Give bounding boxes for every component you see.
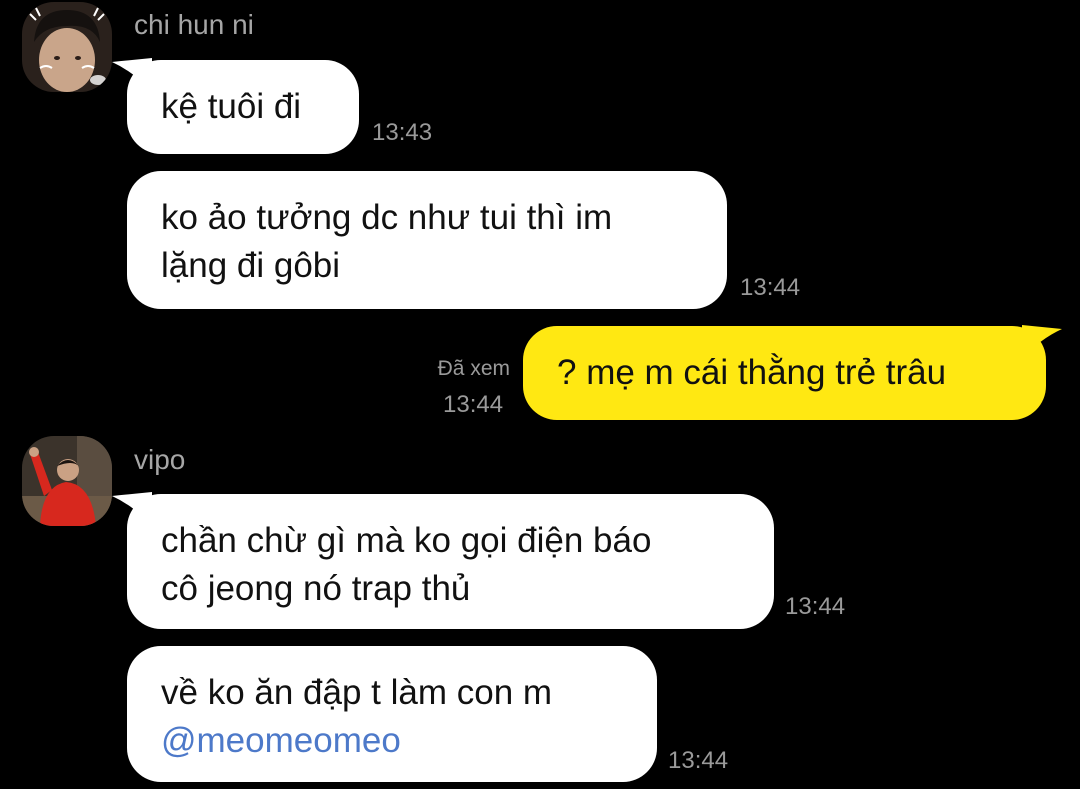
sender-name: chi hun ni <box>134 9 254 40</box>
message-text: ? mẹ m cái thằng trẻ trâu <box>557 353 947 392</box>
read-status: Đã xem <box>437 357 510 380</box>
message-time: 13:44 <box>668 747 729 774</box>
message-bubble[interactable]: về ko ăn đập t làm con m @meomeomeo <box>127 646 657 782</box>
sender-name: vipo <box>134 444 186 475</box>
message-text: kệ tuôi đi <box>161 87 302 126</box>
message-text: chần chừ gì mà ko gọi điện báo <box>161 521 652 560</box>
mention-link[interactable]: @meomeomeo <box>161 717 623 765</box>
message-bubble[interactable]: chần chừ gì mà ko gọi điện báo cô jeong … <box>127 494 774 629</box>
message-time: 13:44 <box>785 593 846 620</box>
avatar-photo-icon <box>22 436 112 526</box>
message-text: về ko ăn đập t làm con m <box>161 673 553 712</box>
message-text: ko ảo tưởng dc như tui thì im <box>161 198 613 237</box>
avatar-photo-icon <box>22 2 112 92</box>
message-bubble[interactable]: ? mẹ m cái thằng trẻ trâu <box>523 326 1046 420</box>
message-time: 13:44 <box>740 274 801 301</box>
message-text: lặng đi gôbi <box>161 246 341 285</box>
message-time: 13:44 <box>443 391 504 418</box>
chat-screen: chi hun ni kệ tuôi đi 13:43 ko ảo tưởng … <box>0 0 1080 789</box>
message-text: cô jeong nó trap thủ <box>161 569 471 608</box>
message-time: 13:43 <box>372 119 433 146</box>
avatar[interactable] <box>22 2 112 92</box>
message-bubble[interactable]: kệ tuôi đi <box>127 60 359 154</box>
message-bubble[interactable]: ko ảo tưởng dc như tui thì im lặng đi gô… <box>127 171 727 309</box>
avatar[interactable] <box>22 436 112 526</box>
